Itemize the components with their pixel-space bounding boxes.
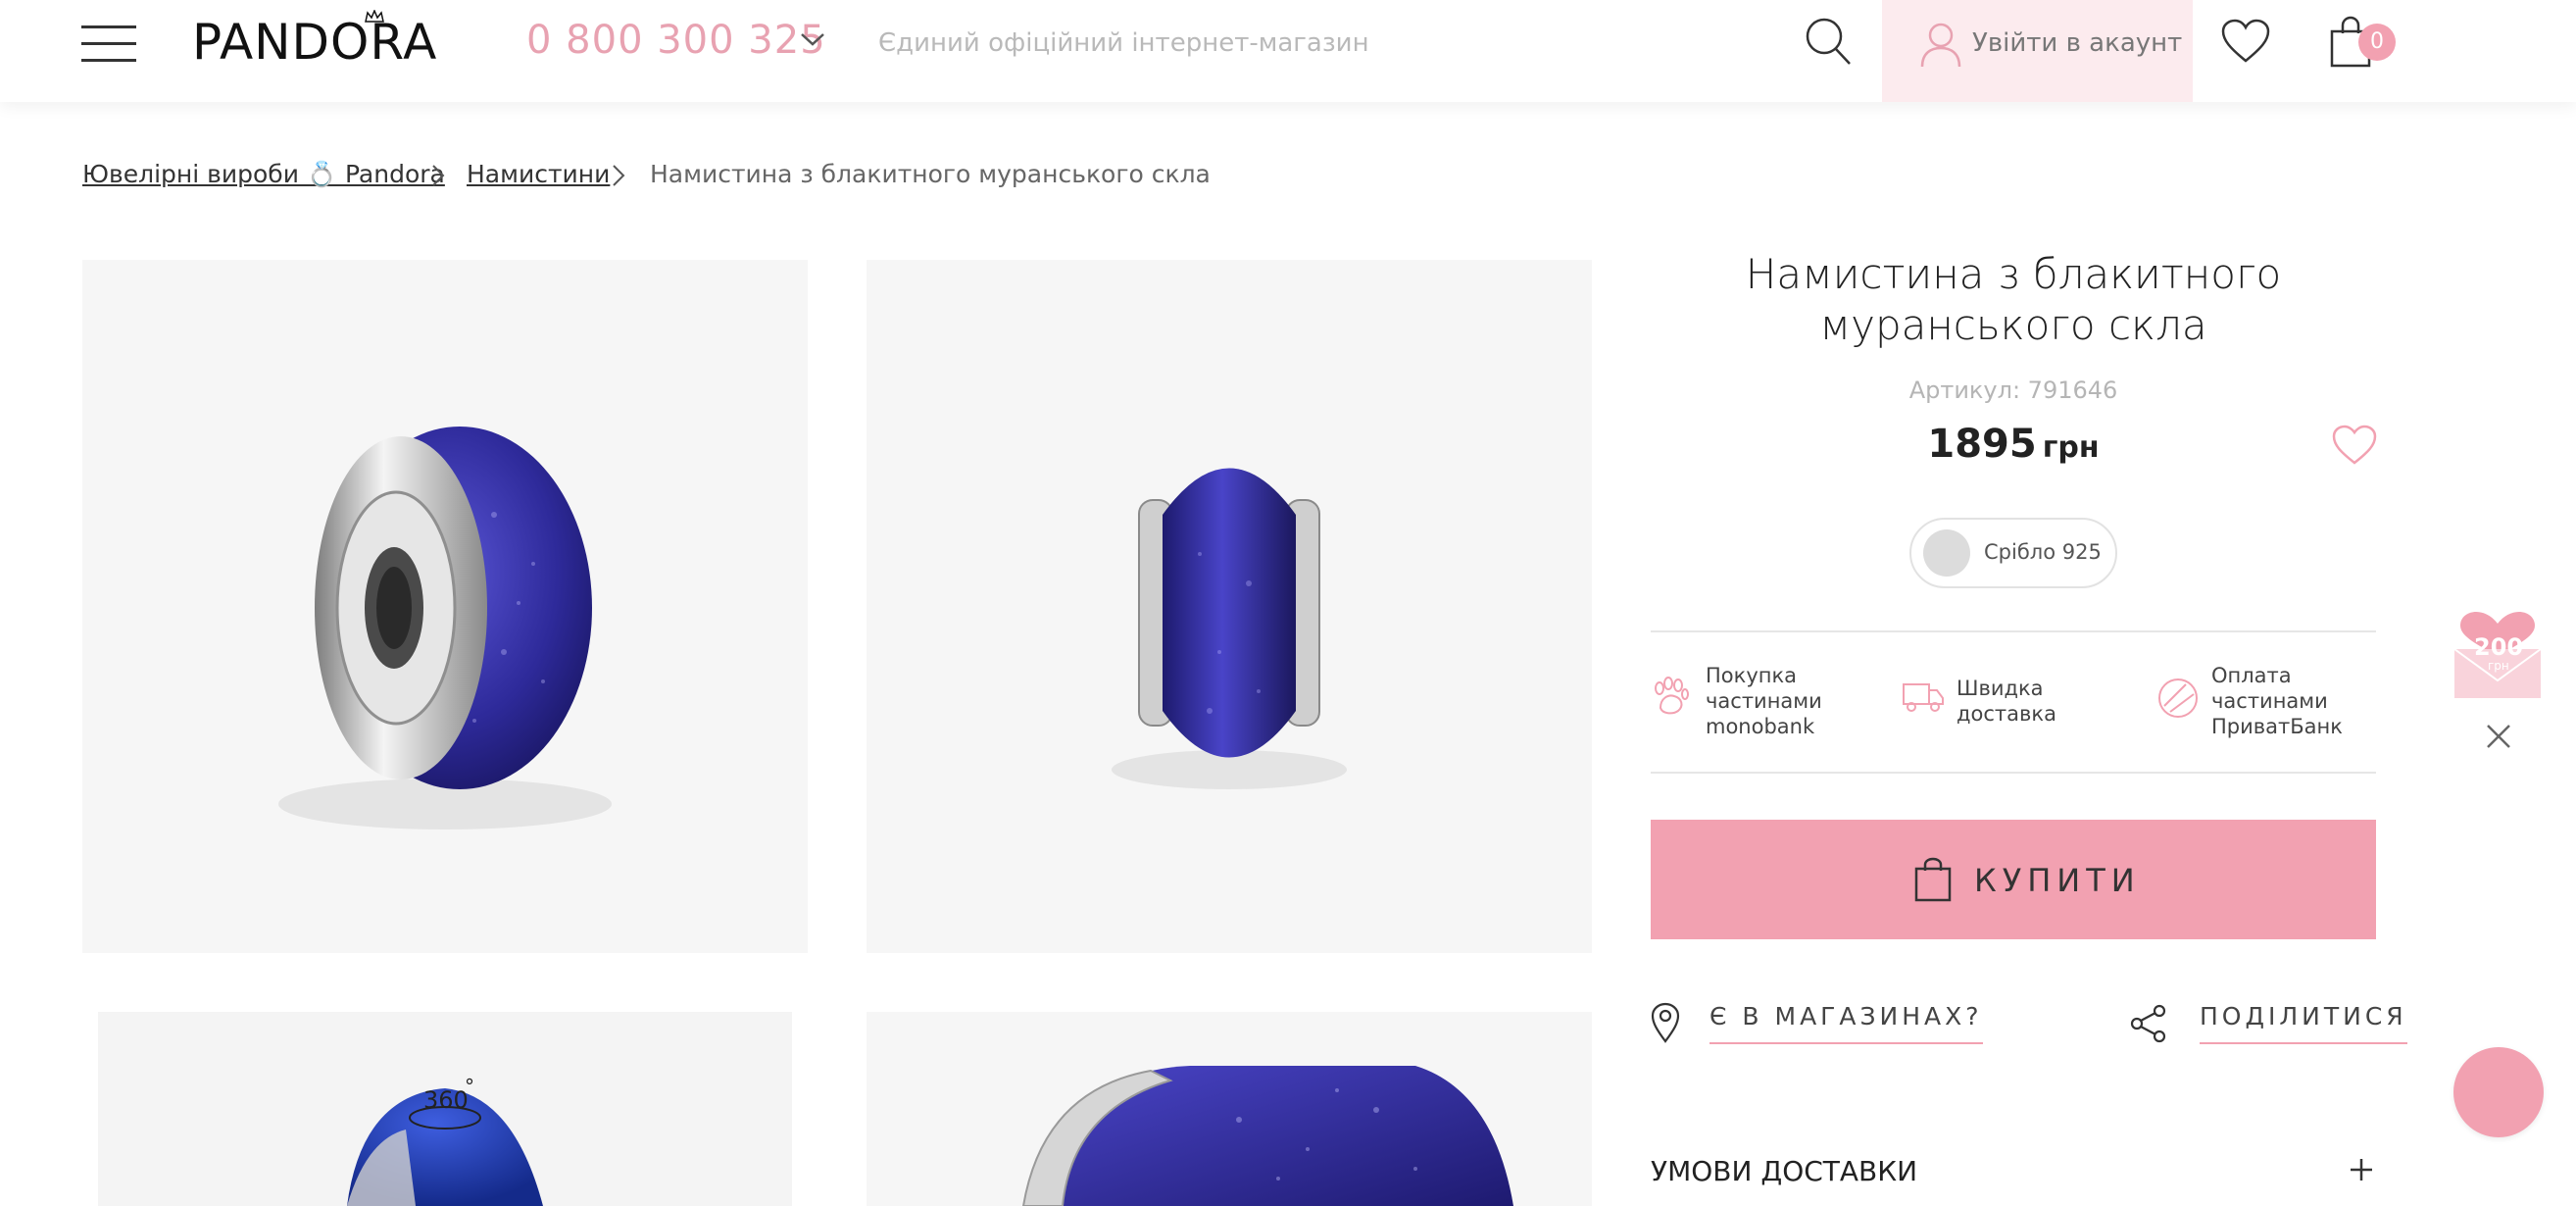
delivery-terms-label: УМОВИ ДОСТАВКИ (1651, 1155, 1918, 1187)
share-label: ПОДІЛИТИСЯ (2200, 1002, 2407, 1044)
divider (1651, 772, 2376, 774)
promo-amount: 200 (2474, 633, 2524, 661)
delivery-terms-accordion[interactable]: УМОВИ ДОСТАВКИ (1651, 1151, 2376, 1194)
product-image-2[interactable] (867, 260, 1592, 953)
plus-icon (2351, 1159, 2372, 1181)
product-image-closeup[interactable] (867, 1012, 1592, 1206)
promo-gift-badge[interactable]: 200 грн (2451, 612, 2545, 702)
silver-swatch (1923, 529, 1970, 577)
shopping-bag-icon (1914, 857, 1952, 902)
bead-image (278, 427, 612, 829)
login-button[interactable]: Увійти в акаунт (1882, 0, 2193, 102)
chevron-right-icon (613, 165, 625, 186)
breadcrumb-current: Намистина з блакитного муранського скла (650, 160, 1211, 188)
truck-icon (1903, 683, 1944, 712)
metal-label: Срібло 925 (1984, 540, 2102, 564)
in-stores-link[interactable]: Є В МАГАЗИНАХ? (1651, 1000, 1983, 1049)
360-degree: ° (465, 1075, 474, 1098)
crown-icon (365, 10, 384, 23)
buy-label: КУПИТИ (1974, 862, 2141, 899)
location-pin-icon (1651, 1002, 1680, 1043)
divider (1651, 630, 2376, 632)
feature-delivery: Швидка доставка (1902, 663, 2147, 751)
login-label: Увійти в акаунт (1972, 28, 2183, 58)
360-badge: 360 (423, 1086, 469, 1114)
pandora-logo[interactable]: PANDORA (192, 10, 437, 71)
in-stores-label: Є В МАГАЗИНАХ? (1709, 1002, 1983, 1044)
feature-privatbank-text: Оплата частинами ПриватБанк (2211, 664, 2343, 738)
privatbank-icon (2158, 678, 2198, 718)
product-sku: Артикул: 791646 (1908, 377, 2118, 404)
breadcrumb-jewelry[interactable]: Ювелірні вироби 💍 Pandora (82, 160, 445, 189)
search-icon[interactable] (1804, 16, 1853, 67)
close-icon[interactable] (2484, 722, 2513, 751)
bead-side-image (1112, 468, 1347, 789)
share-icon (2130, 1004, 2166, 1043)
user-icon (1920, 23, 1961, 68)
cart-count-badge: 0 (2358, 24, 2396, 61)
chat-button[interactable] (2453, 1047, 2544, 1137)
phone-number[interactable]: 0 800 300 325 (526, 18, 826, 63)
site-header: PANDORA 0 800 300 325 Єдиний офіційний і… (0, 0, 2576, 102)
product-image-1[interactable] (82, 260, 808, 953)
buy-button[interactable]: КУПИТИ (1651, 820, 2376, 939)
feature-monobank-text: Покупка частинами monobank (1706, 664, 1822, 738)
feature-privatbank: Оплата частинами ПриватБанк (2156, 663, 2382, 751)
bead-closeup-image (1021, 1066, 1513, 1206)
feature-delivery-text: Швидка доставка (1957, 677, 2056, 726)
paw-icon (1655, 677, 1689, 715)
metal-option-silver[interactable]: Срібло 925 (1909, 518, 2117, 588)
price-value: 1895 (1927, 422, 2037, 467)
menu-icon[interactable] (81, 22, 136, 65)
feature-monobank: Покупка частинами monobank (1651, 663, 1896, 751)
chevron-down-icon[interactable] (800, 31, 825, 47)
chevron-right-icon (432, 165, 445, 186)
add-to-wishlist-heart-icon[interactable] (2331, 424, 2378, 467)
site-tagline: Єдиний офіційний інтернет-магазин (878, 28, 1369, 58)
price-currency: грн (2042, 430, 2100, 465)
heart-icon[interactable] (2220, 18, 2271, 65)
breadcrumb-beads[interactable]: Намистини (467, 160, 610, 188)
product-price: 1895 грн (1651, 422, 2376, 467)
product-image-360[interactable]: 360 ° (82, 1012, 808, 1206)
share-link[interactable]: ПОДІЛИТИСЯ (2129, 1000, 2407, 1049)
product-title: Намистина з блакитного муранського скла (1745, 250, 2282, 349)
promo-currency: грн (2488, 659, 2509, 673)
